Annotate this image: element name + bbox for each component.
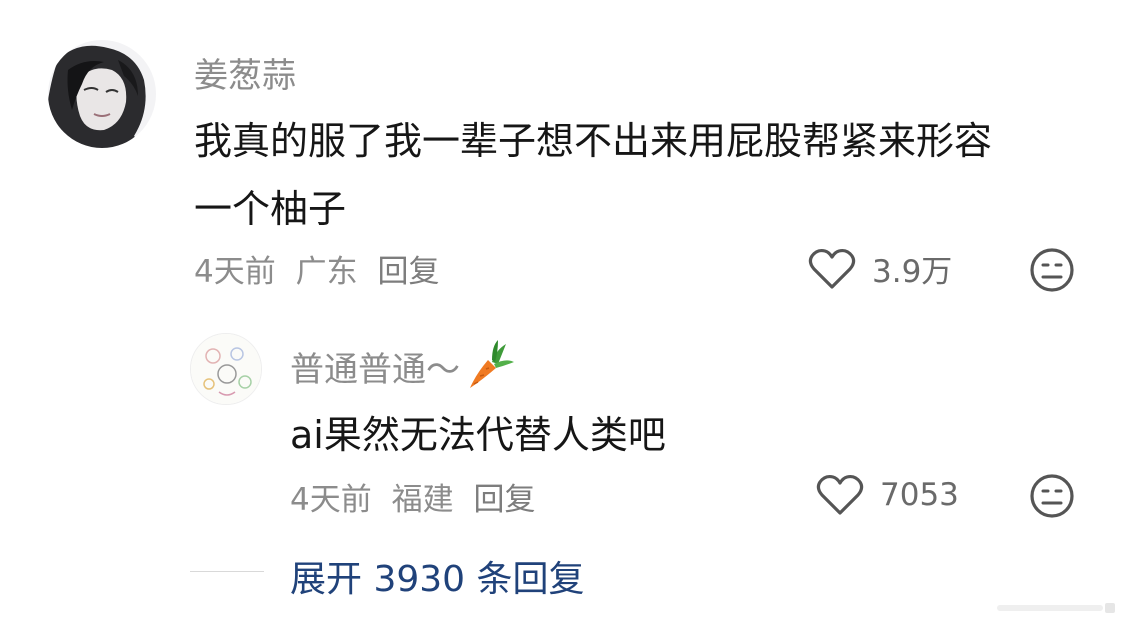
heart-outline-icon <box>816 474 864 515</box>
like-count: 3.9万 <box>872 254 953 290</box>
heart-outline-icon <box>808 248 856 289</box>
neutral-face-icon <box>1030 474 1074 518</box>
comment-location: 广东 <box>295 254 358 290</box>
comment-time: 4天前 <box>290 482 372 518</box>
like-count: 7053 <box>880 477 959 513</box>
comment-meta: 4天前 福建 回复 <box>290 474 545 519</box>
comment-meta: 4天前 广东 回复 <box>194 246 449 291</box>
comment-content-line-2: 一个柚子 <box>194 187 347 231</box>
reply-button[interactable]: 回复 <box>377 254 439 290</box>
dislike-button[interactable] <box>1028 472 1076 520</box>
comment-content-line-1: 我真的服了我一辈子想不出来用屁股帮紧来形容 <box>194 119 993 163</box>
avatar[interactable] <box>190 333 262 405</box>
comment-time: 4天前 <box>194 254 276 290</box>
carrot-icon <box>470 340 514 388</box>
comment-content-line-1: ai果然无法代替人类吧 <box>290 413 666 457</box>
neutral-face-icon <box>1030 248 1074 292</box>
reply-button[interactable]: 回复 <box>473 482 535 518</box>
expand-replies-link[interactable]: 展开 3930 条回复 <box>290 550 585 602</box>
like-button[interactable]: 3.9万 <box>808 246 952 291</box>
like-button[interactable]: 7053 <box>816 473 959 517</box>
comment-username[interactable]: 普通普通～ <box>290 338 516 394</box>
expand-divider <box>190 571 264 572</box>
dislike-button[interactable] <box>1028 246 1076 294</box>
avatar[interactable] <box>48 40 156 148</box>
watermark <box>997 603 1115 613</box>
comment-username[interactable]: 姜葱蒜 <box>194 48 296 97</box>
comment-location: 福建 <box>391 482 454 518</box>
